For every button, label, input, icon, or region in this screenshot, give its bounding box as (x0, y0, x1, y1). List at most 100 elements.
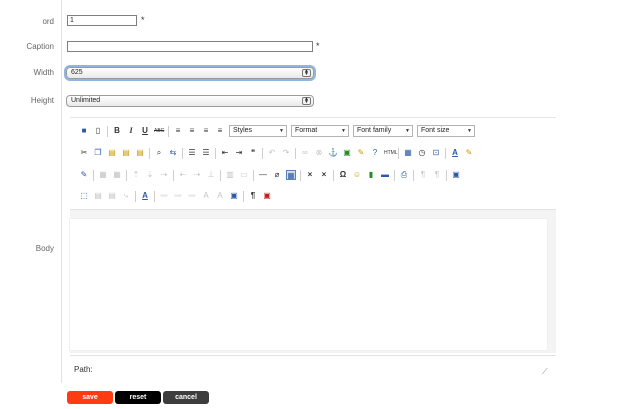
width-select[interactable]: 625 ▲ ▼ (66, 67, 314, 79)
insert-col-before-icon[interactable]: ⇠ (178, 170, 188, 180)
table-row-props-icon[interactable]: ▦ (98, 170, 108, 180)
insert-time-icon[interactable]: ◷ (417, 148, 427, 158)
merge-cells-icon[interactable]: ▭ (239, 170, 249, 180)
attributes-icon[interactable]: ▣ (229, 191, 239, 201)
advanced-hr-icon[interactable]: ▬ (380, 170, 390, 180)
height-select-value: Unlimited (71, 97, 101, 104)
height-select[interactable]: Unlimited ▲ ▼ (66, 95, 314, 107)
font-size-dropdown[interactable]: Font size ▼ (417, 125, 475, 137)
resize-grip-icon[interactable]: ⟋ (542, 368, 550, 376)
editor-body[interactable] (70, 219, 547, 350)
find-icon[interactable]: ⌕ (154, 148, 164, 158)
styleprops-icon[interactable]: A (140, 191, 150, 201)
preview-icon[interactable]: ⊡ (431, 148, 441, 158)
delete-row-icon[interactable]: ⇢ (159, 170, 169, 180)
undo-icon[interactable]: ↶ (267, 148, 277, 158)
save-icon[interactable]: ■ (79, 126, 89, 136)
cancel-button[interactable]: cancel (163, 391, 209, 404)
abbreviation-icon[interactable]: ∞∞ (173, 191, 183, 201)
replace-icon[interactable]: ⇆ (168, 148, 178, 158)
cite-icon[interactable]: ∞∞ (159, 191, 169, 201)
font-family-dropdown[interactable]: Font family ▼ (353, 125, 413, 137)
fullscreen-icon[interactable]: ▣ (451, 170, 461, 180)
align-right-icon[interactable]: ≡ (201, 126, 211, 136)
align-left-icon[interactable]: ≡ (173, 126, 183, 136)
caption-input[interactable] (67, 41, 313, 52)
insert-date-icon[interactable]: ▦ (403, 148, 413, 158)
numbered-list-icon[interactable]: ☰ (201, 148, 211, 158)
chevron-down-icon: ▼ (405, 128, 410, 134)
ltr-icon[interactable]: ¶ (418, 170, 428, 180)
media-icon[interactable]: ▮ (366, 170, 376, 180)
new-document-icon[interactable]: ▯ (93, 126, 103, 136)
unlink-icon[interactable]: ⊗ (314, 148, 324, 158)
acronym-icon[interactable]: ∞∞ (187, 191, 197, 201)
outdent-icon[interactable]: ⇤ (220, 148, 230, 158)
ord-input[interactable]: 1 (67, 15, 137, 26)
styles-dropdown[interactable]: Styles ▼ (229, 125, 287, 137)
bullet-list-icon[interactable]: ☰ (187, 148, 197, 158)
cleanup-icon[interactable]: ✎ (356, 148, 366, 158)
paste-text-icon[interactable]: ▤ (121, 148, 131, 158)
split-cells-icon[interactable]: ▥ (225, 170, 235, 180)
save-button[interactable]: save (67, 391, 113, 404)
toolbar-separator (168, 125, 169, 137)
underline-icon[interactable]: U (140, 126, 150, 136)
table-cell-props-icon[interactable]: ▦ (112, 170, 122, 180)
align-justify-icon[interactable]: ≡ (215, 126, 225, 136)
edit-table-icon[interactable]: ✎ (79, 170, 89, 180)
insert-row-before-icon[interactable]: ⇡ (131, 170, 141, 180)
bold-icon[interactable]: B (112, 126, 122, 136)
cut-icon[interactable]: ✂ (79, 148, 89, 158)
emotions-icon[interactable]: ☺ (352, 170, 362, 180)
special-char-icon[interactable]: Ω (338, 170, 348, 180)
text-color-icon[interactable]: A (450, 148, 460, 158)
body-label: Body (35, 244, 54, 253)
indent-icon[interactable]: ⇥ (234, 148, 244, 158)
insert-row-after-icon[interactable]: ⇣ (145, 170, 155, 180)
italic-icon[interactable]: I (126, 126, 136, 136)
subscript-icon[interactable]: × (305, 170, 315, 180)
horizontal-rule-icon[interactable]: — (258, 170, 268, 180)
toolbar-separator (182, 147, 183, 159)
font-family-dropdown-label: Font family (357, 127, 392, 134)
toolbar-separator (149, 147, 150, 159)
strikethrough-icon[interactable]: ABC (154, 126, 164, 136)
superscript-icon[interactable]: × (319, 170, 329, 180)
link-icon[interactable]: ∞ (300, 148, 310, 158)
align-center-icon[interactable]: ≡ (187, 126, 197, 136)
caption-label: Caption (26, 42, 54, 51)
redo-icon[interactable]: ↷ (281, 148, 291, 158)
editor-toolbar: ■ ▯ B I U ABC ≡ ≡ ≡ ≡ Styles ▼ Format ▼ … (70, 118, 556, 210)
paste-icon[interactable]: ▤ (107, 148, 117, 158)
toolbar-separator (215, 147, 216, 159)
move-forward-icon[interactable]: ▤ (93, 191, 103, 201)
paste-word-icon[interactable]: ▤ (135, 148, 145, 158)
reset-button[interactable]: reset (115, 391, 161, 404)
show-blocks-icon[interactable]: ¶ (248, 191, 258, 201)
copy-icon[interactable]: ❐ (93, 148, 103, 158)
insertion-icon[interactable]: A (215, 191, 225, 201)
toolbar-separator (107, 125, 108, 137)
deletion-icon[interactable]: A (201, 191, 211, 201)
image-icon[interactable]: ▣ (342, 148, 352, 158)
visual-aid-icon[interactable]: ▦ (286, 170, 296, 180)
anchor-icon[interactable]: ⚓ (328, 148, 338, 158)
insert-col-after-icon[interactable]: ⇢ (192, 170, 202, 180)
insert-layer-icon[interactable]: ⬚ (79, 191, 89, 201)
move-backward-icon[interactable]: ▤ (107, 191, 117, 201)
blockquote-icon[interactable]: ❝ (248, 148, 258, 158)
toolbar-separator (300, 169, 301, 181)
toolbar-separator (253, 169, 254, 181)
delete-col-icon[interactable]: ⊥ (206, 170, 216, 180)
template-icon[interactable]: ▣ (262, 191, 272, 201)
remove-format-icon[interactable]: ⌀ (272, 170, 282, 180)
highlight-color-icon[interactable]: ✎ (464, 148, 474, 158)
help-icon[interactable]: ? (370, 148, 380, 158)
rtl-icon[interactable]: ¶ (432, 170, 442, 180)
toolbar-row-1: ■ ▯ B I U ABC ≡ ≡ ≡ ≡ Styles ▼ Format ▼ … (79, 124, 475, 138)
print-icon[interactable]: ⎙ (399, 170, 409, 180)
html-source-icon[interactable]: HTML (384, 148, 398, 158)
absolute-position-icon[interactable]: ⤷ (121, 191, 131, 201)
format-dropdown[interactable]: Format ▼ (291, 125, 349, 137)
